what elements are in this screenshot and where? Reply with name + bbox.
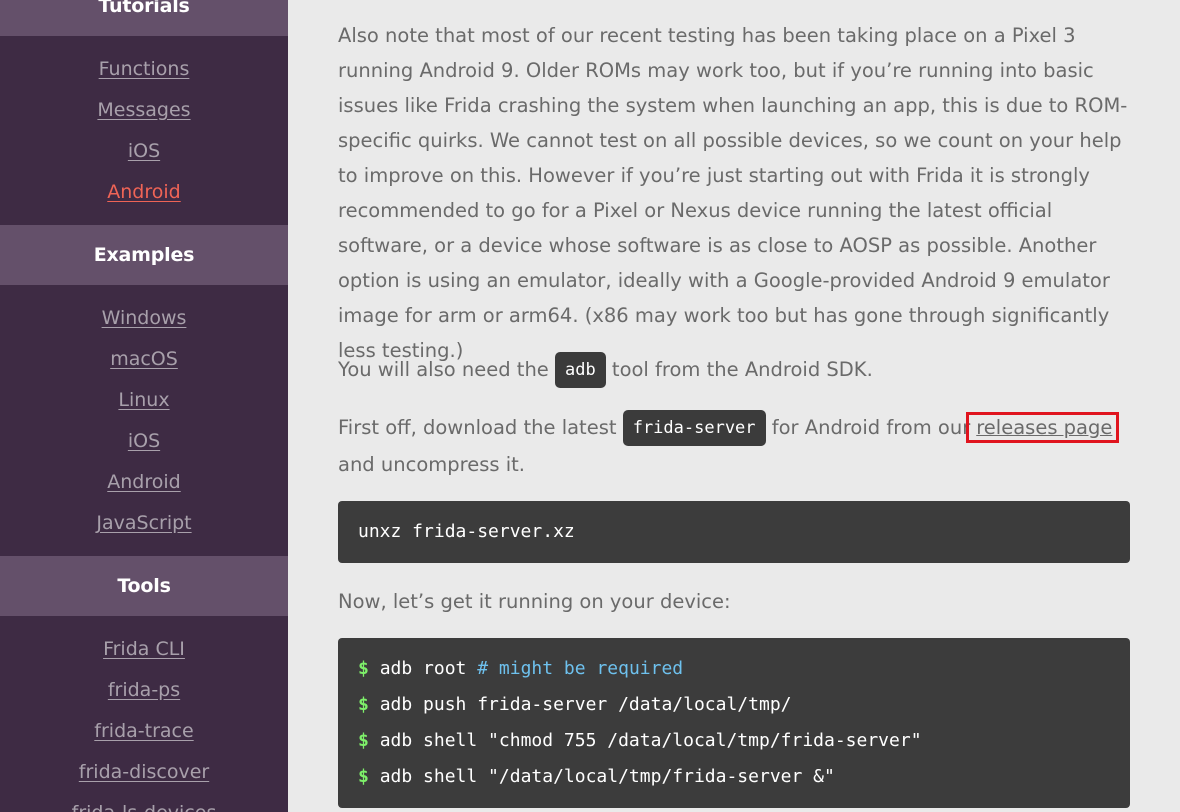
sidebar-item-frida-trace[interactable]: frida-trace	[0, 719, 288, 743]
sidebar-nav: Tutorials Functions Messages iOS Android…	[0, 0, 288, 812]
code-line: $ adb root # might be required	[358, 651, 1130, 687]
code-command: adb root	[379, 658, 478, 679]
sidebar-item-examples-ios[interactable]: iOS	[0, 429, 288, 453]
code-comment: # might be required	[477, 658, 684, 679]
frida-server-inline-code: frida-server	[622, 410, 766, 446]
adb-paragraph: You will also need the adb tool from the…	[338, 352, 1138, 389]
releases-page-link[interactable]: releases page	[966, 412, 1120, 443]
download-text-middle: for Android from our	[765, 416, 971, 439]
sidebar-item-frida-cli[interactable]: Frida CLI	[0, 637, 288, 661]
sidebar-item-javascript[interactable]: JavaScript	[0, 511, 288, 535]
unxz-code-block: unxz frida-server.xz	[338, 501, 1130, 563]
download-text-after: and uncompress it.	[338, 453, 525, 476]
code-line: $ adb shell "/data/local/tmp/frida-serve…	[358, 759, 1130, 795]
sidebar-item-frida-ps[interactable]: frida-ps	[0, 678, 288, 702]
run-paragraph: Now, let’s get it running on your device…	[338, 590, 731, 613]
sidebar-section-tutorials: Tutorials	[0, 0, 288, 36]
code-command: adb push frida-server /data/local/tmp/	[379, 694, 792, 715]
sidebar-section-examples: Examples	[0, 225, 288, 285]
sidebar-item-functions[interactable]: Functions	[0, 57, 288, 81]
sidebar-item-linux[interactable]: Linux	[0, 388, 288, 412]
run-code-block: $ adb root # might be required $ adb pus…	[338, 638, 1130, 808]
prompt-symbol: $	[358, 694, 369, 715]
code-command: adb shell "/data/local/tmp/frida-server …	[379, 766, 835, 787]
sidebar-item-frida-ls-devices[interactable]: frida-ls-devices	[0, 801, 288, 812]
download-text-before: First off, download the latest	[338, 416, 623, 439]
sidebar-item-ios[interactable]: iOS	[0, 139, 288, 163]
adb-inline-code: adb	[555, 352, 606, 388]
code-line: $ adb push frida-server /data/local/tmp/	[358, 687, 1130, 723]
prompt-symbol: $	[358, 766, 369, 787]
sidebar-item-messages[interactable]: Messages	[0, 98, 288, 122]
sidebar-section-tools: Tools	[0, 556, 288, 616]
download-paragraph: First off, download the latest frida-ser…	[338, 410, 1138, 483]
sidebar-item-android-active[interactable]: Android	[0, 180, 288, 204]
code-command: adb shell "chmod 755 /data/local/tmp/fri…	[379, 730, 922, 751]
sidebar-item-macos[interactable]: macOS	[0, 347, 288, 371]
intro-paragraph: Also note that most of our recent testin…	[338, 24, 1128, 362]
sidebar-item-windows[interactable]: Windows	[0, 306, 288, 330]
prompt-symbol: $	[358, 658, 369, 679]
sidebar-item-frida-discover[interactable]: frida-discover	[0, 760, 288, 784]
adb-text-before: You will also need the	[338, 358, 555, 381]
adb-text-after: tool from the Android SDK.	[605, 358, 873, 381]
unxz-code-line: unxz frida-server.xz	[358, 521, 575, 542]
code-line: $ adb shell "chmod 755 /data/local/tmp/f…	[358, 723, 1130, 759]
prompt-symbol: $	[358, 730, 369, 751]
sidebar-item-examples-android[interactable]: Android	[0, 470, 288, 494]
